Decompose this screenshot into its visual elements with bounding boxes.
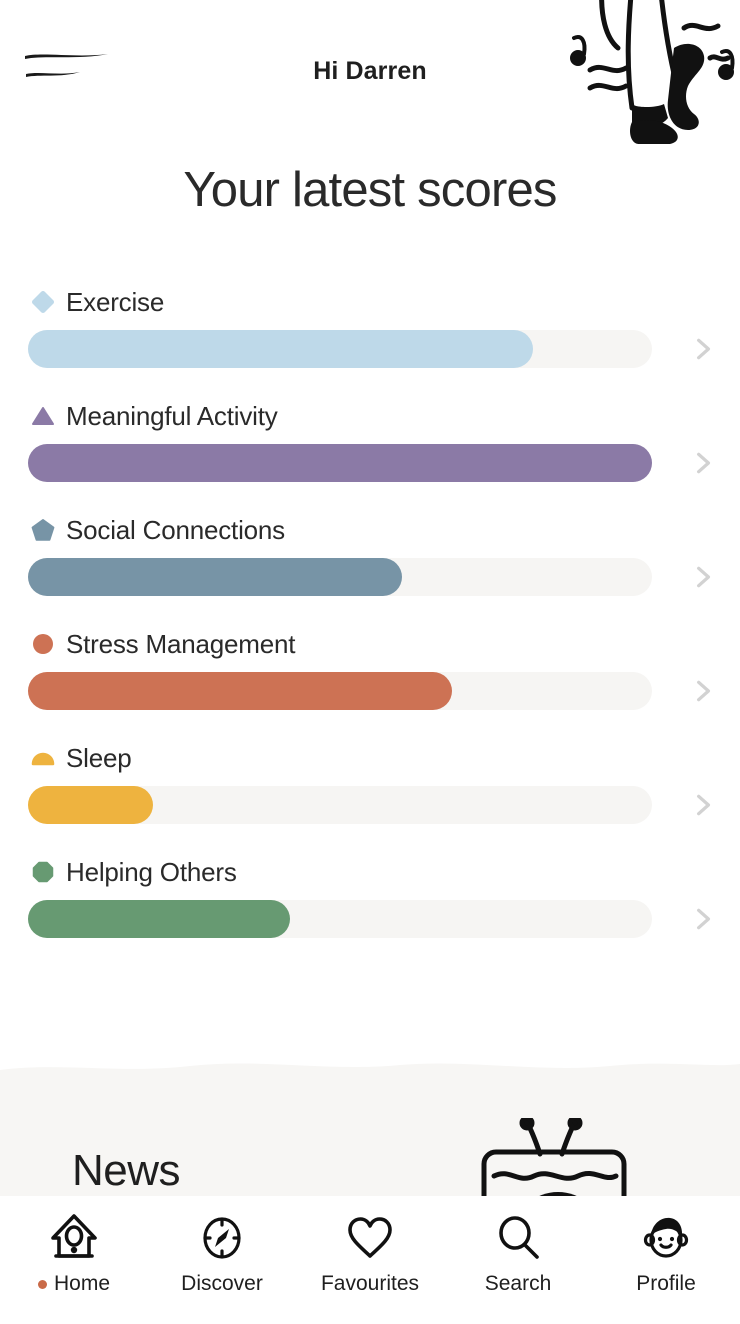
progress-track <box>28 444 652 482</box>
score-label: Exercise <box>66 287 165 317</box>
score-row-exercise[interactable]: Exercise <box>0 280 740 394</box>
magnifying-glass-icon <box>499 1216 539 1259</box>
progress-track <box>28 672 652 710</box>
progress-track <box>28 558 652 596</box>
nav-torn-edge <box>0 1196 740 1214</box>
nav-label: Home <box>53 1272 111 1295</box>
score-label: Social Connections <box>66 515 285 545</box>
progress-fill <box>28 786 153 824</box>
score-header: Sleep <box>0 736 740 780</box>
nav-label-wrap: Profile <box>636 1272 696 1296</box>
compass-icon <box>203 1217 241 1259</box>
score-row-sleep[interactable]: Sleep <box>0 736 740 850</box>
score-label: Helping Others <box>66 857 237 887</box>
score-bar-wrap <box>0 900 740 938</box>
chevron-right-icon[interactable] <box>690 564 716 590</box>
active-indicator-dot <box>37 1279 47 1289</box>
page-title: Your latest scores <box>183 163 557 217</box>
score-header: Exercise <box>0 280 740 324</box>
nav-label-wrap: Search <box>485 1272 552 1296</box>
octagon-icon <box>32 861 54 883</box>
nav-item-search[interactable]: Search <box>444 1212 592 1324</box>
circle-icon <box>33 634 53 654</box>
progress-fill <box>28 672 453 710</box>
diamond-icon <box>32 291 54 313</box>
score-header: Stress Management <box>0 622 740 666</box>
score-bar-wrap <box>0 786 740 824</box>
nav-items: Home Discover Favourites Search Profile <box>0 1196 740 1324</box>
progress-track <box>28 900 652 938</box>
score-bar-wrap <box>0 672 740 710</box>
app-screen: Hi Darren Your latest scores Exercise Me… <box>0 0 740 1324</box>
news-section-title: News <box>72 1146 181 1195</box>
progress-fill <box>28 900 291 938</box>
nav-label-wrap: Discover <box>181 1272 263 1296</box>
chevron-right-icon[interactable] <box>690 792 716 818</box>
score-row-social-connections[interactable]: Social Connections <box>0 508 740 622</box>
nav-label: Favourites <box>320 1272 420 1295</box>
progress-fill <box>28 330 534 368</box>
bottom-navigation-bar: Home Discover Favourites Search Profile <box>0 1196 740 1324</box>
chevron-right-icon[interactable] <box>690 450 716 476</box>
nav-item-profile[interactable]: Profile <box>592 1212 740 1324</box>
score-header: Helping Others <box>0 850 740 894</box>
score-label: Stress Management <box>66 629 296 659</box>
birdhouse-icon <box>51 1214 97 1258</box>
score-row-meaningful-activity[interactable]: Meaningful Activity <box>0 394 740 508</box>
dancing-legs-illustration <box>560 0 740 151</box>
nav-item-home[interactable]: Home <box>0 1212 148 1324</box>
score-row-stress-management[interactable]: Stress Management <box>0 622 740 736</box>
face-icon <box>643 1217 689 1258</box>
score-bar-wrap <box>0 558 740 596</box>
nav-item-discover[interactable]: Discover <box>148 1212 296 1324</box>
score-row-helping-others[interactable]: Helping Others <box>0 850 740 964</box>
scores-list: Exercise Meaningful Activity Social Conn… <box>0 280 740 964</box>
header: Hi Darren <box>0 0 740 150</box>
chevron-right-icon[interactable] <box>690 336 716 362</box>
score-bar-wrap <box>0 444 740 482</box>
dome-icon <box>31 752 55 766</box>
triangle-icon <box>32 407 54 425</box>
score-header: Social Connections <box>0 508 740 552</box>
nav-label: Profile <box>636 1272 696 1295</box>
progress-track <box>28 330 652 368</box>
score-label: Sleep <box>66 743 132 773</box>
nav-label: Discover <box>181 1272 263 1295</box>
pentagon-icon <box>31 519 55 541</box>
nav-label-wrap: Favourites <box>321 1272 419 1296</box>
score-label: Meaningful Activity <box>66 401 278 431</box>
chevron-right-icon[interactable] <box>690 678 716 704</box>
chevron-right-icon[interactable] <box>690 906 716 932</box>
progress-track <box>28 786 652 824</box>
progress-fill <box>28 558 403 596</box>
score-bar-wrap <box>0 330 740 368</box>
heart-icon <box>348 1217 392 1258</box>
news-panel-torn-edge <box>0 1056 740 1070</box>
nav-label-wrap: Home <box>37 1272 111 1296</box>
score-header: Meaningful Activity <box>0 394 740 438</box>
nav-item-favourites[interactable]: Favourites <box>296 1212 444 1324</box>
nav-label: Search <box>484 1272 552 1295</box>
progress-fill <box>28 444 652 482</box>
